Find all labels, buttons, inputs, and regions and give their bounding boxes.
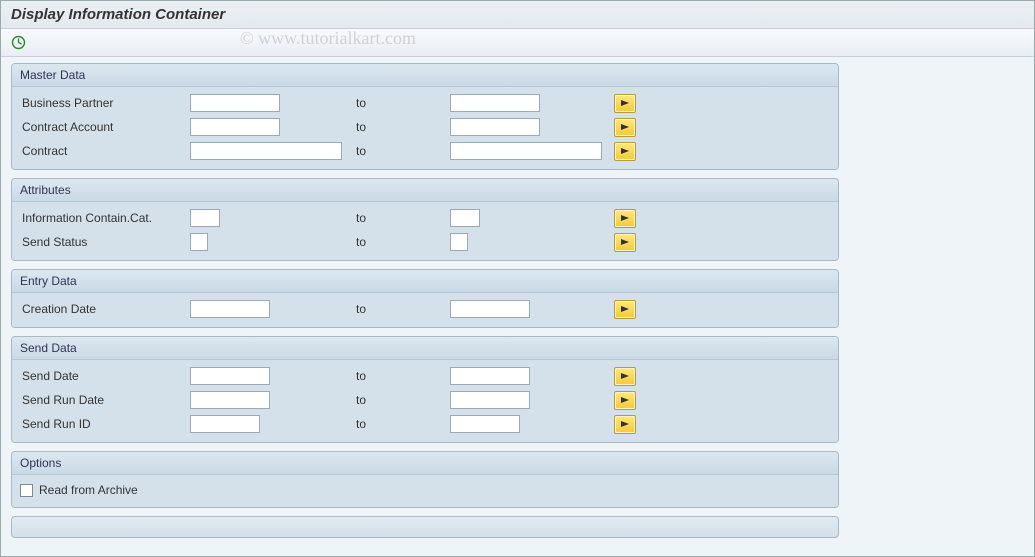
send-run-id-from-input[interactable] xyxy=(190,415,260,433)
to-label: to xyxy=(350,144,450,158)
content-area: Master Data Business Partner to Contract… xyxy=(1,57,849,548)
to-label: to xyxy=(350,417,450,431)
info-container-cat-to-input[interactable] xyxy=(450,209,480,227)
toolbar xyxy=(1,29,1034,57)
row-contract: Contract to xyxy=(20,139,830,163)
contract-from-input[interactable] xyxy=(190,142,342,160)
row-send-date: Send Date to xyxy=(20,364,830,388)
to-label: to xyxy=(350,211,450,225)
contract-account-from-input[interactable] xyxy=(190,118,280,136)
read-from-archive-checkbox[interactable] xyxy=(20,484,33,497)
business-partner-from-input[interactable] xyxy=(190,94,280,112)
label-send-run-id: Send Run ID xyxy=(20,417,190,431)
execute-icon[interactable] xyxy=(9,34,27,52)
page-title: Display Information Container xyxy=(11,6,225,23)
business-partner-to-input[interactable] xyxy=(450,94,540,112)
send-date-multi-button[interactable] xyxy=(614,367,636,386)
label-contract: Contract xyxy=(20,144,190,158)
group-send-data: Send Data Send Date to Send Run Date to xyxy=(11,336,839,443)
label-creation-date: Creation Date xyxy=(20,302,190,316)
row-business-partner: Business Partner to xyxy=(20,91,830,115)
send-run-date-to-input[interactable] xyxy=(450,391,530,409)
group-options: Options Read from Archive xyxy=(11,451,839,508)
send-run-date-multi-button[interactable] xyxy=(614,391,636,410)
titlebar: Display Information Container xyxy=(1,1,1034,29)
contract-to-input[interactable] xyxy=(450,142,602,160)
contract-account-to-input[interactable] xyxy=(450,118,540,136)
send-run-date-from-input[interactable] xyxy=(190,391,270,409)
row-send-status: Send Status to xyxy=(20,230,830,254)
contract-account-multi-button[interactable] xyxy=(614,118,636,137)
main-window: Display Information Container © www.tuto… xyxy=(0,0,1035,557)
label-business-partner: Business Partner xyxy=(20,96,190,110)
group-body: Creation Date to xyxy=(12,293,838,327)
label-read-from-archive: Read from Archive xyxy=(39,483,138,497)
group-title: Master Data xyxy=(12,64,838,87)
group-attributes: Attributes Information Contain.Cat. to S… xyxy=(11,178,839,261)
send-run-id-multi-button[interactable] xyxy=(614,415,636,434)
label-info-container-cat: Information Contain.Cat. xyxy=(20,211,190,225)
creation-date-multi-button[interactable] xyxy=(614,300,636,319)
send-date-from-input[interactable] xyxy=(190,367,270,385)
group-body: Information Contain.Cat. to Send Status … xyxy=(12,202,838,260)
row-send-run-date: Send Run Date to xyxy=(20,388,830,412)
info-container-cat-from-input[interactable] xyxy=(190,209,220,227)
row-read-from-archive: Read from Archive xyxy=(20,479,830,501)
group-title: Options xyxy=(12,452,838,475)
to-label: to xyxy=(350,302,450,316)
group-body: Send Date to Send Run Date to Send Run I… xyxy=(12,360,838,442)
to-label: to xyxy=(350,96,450,110)
label-contract-account: Contract Account xyxy=(20,120,190,134)
group-entry-data: Entry Data Creation Date to xyxy=(11,269,839,328)
creation-date-to-input[interactable] xyxy=(450,300,530,318)
group-title: Entry Data xyxy=(12,270,838,293)
footer-strip xyxy=(11,516,839,538)
group-body: Business Partner to Contract Account to … xyxy=(12,87,838,169)
label-send-date: Send Date xyxy=(20,369,190,383)
label-send-status: Send Status xyxy=(20,235,190,249)
label-send-run-date: Send Run Date xyxy=(20,393,190,407)
to-label: to xyxy=(350,393,450,407)
info-container-cat-multi-button[interactable] xyxy=(614,209,636,228)
send-status-to-input[interactable] xyxy=(450,233,468,251)
group-master-data: Master Data Business Partner to Contract… xyxy=(11,63,839,170)
to-label: to xyxy=(350,235,450,249)
business-partner-multi-button[interactable] xyxy=(614,94,636,113)
send-date-to-input[interactable] xyxy=(450,367,530,385)
contract-multi-button[interactable] xyxy=(614,142,636,161)
group-title: Attributes xyxy=(12,179,838,202)
row-info-container-cat: Information Contain.Cat. to xyxy=(20,206,830,230)
row-send-run-id: Send Run ID to xyxy=(20,412,830,436)
send-status-multi-button[interactable] xyxy=(614,233,636,252)
to-label: to xyxy=(350,369,450,383)
creation-date-from-input[interactable] xyxy=(190,300,270,318)
row-contract-account: Contract Account to xyxy=(20,115,830,139)
row-creation-date: Creation Date to xyxy=(20,297,830,321)
send-run-id-to-input[interactable] xyxy=(450,415,520,433)
group-body: Read from Archive xyxy=(12,475,838,507)
to-label: to xyxy=(350,120,450,134)
group-title: Send Data xyxy=(12,337,838,360)
send-status-from-input[interactable] xyxy=(190,233,208,251)
